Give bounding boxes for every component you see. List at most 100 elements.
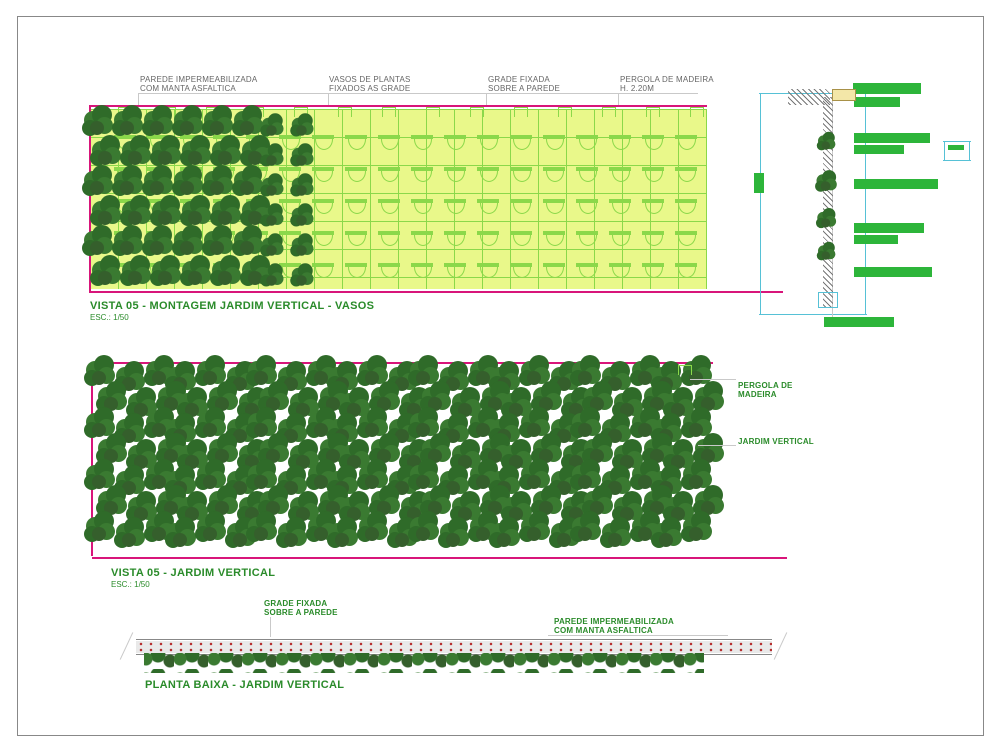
foliage-cluster — [112, 225, 146, 259]
section-label-bar — [854, 145, 904, 154]
foliage-cluster — [172, 225, 206, 259]
planter-pot — [378, 135, 400, 149]
planter-pot — [411, 135, 433, 149]
foliage-cluster — [180, 255, 214, 289]
break-mark — [774, 632, 788, 660]
drawing-frame: PAREDE IMPERMEABILIZADA COM MANTA ASFALT… — [17, 16, 984, 736]
planter-pot — [444, 199, 466, 213]
planter-pot — [411, 199, 433, 213]
foliage-cluster — [120, 195, 154, 229]
callout-grade-l2: SOBRE A PAREDE — [488, 84, 560, 93]
foliage-cluster — [112, 105, 146, 139]
pergola-bracket — [470, 107, 484, 117]
planter-pot — [477, 231, 499, 245]
foliage-cluster — [290, 143, 316, 169]
foliage-cluster — [260, 233, 286, 259]
foliage-cluster — [290, 203, 316, 229]
foliage-cluster — [290, 263, 316, 289]
foliage-cluster — [150, 255, 184, 289]
planter-pot — [576, 135, 598, 149]
foliage-cluster — [142, 225, 176, 259]
planter-pot — [642, 135, 664, 149]
foliage-cluster — [90, 255, 124, 289]
foliage-cluster — [290, 233, 316, 259]
foliage-cluster — [202, 225, 236, 259]
plan-callout-grade-l2: SOBRE A PAREDE — [264, 608, 338, 617]
view2-scale: ESC.: 1/50 — [111, 580, 150, 589]
pergola-bracket — [558, 107, 572, 117]
foliage-cluster — [120, 255, 154, 289]
foliage-cluster — [260, 263, 286, 289]
planter-pot — [609, 167, 631, 181]
foliage-cluster — [290, 173, 316, 199]
planter-pot — [444, 263, 466, 277]
section-label-bar — [824, 317, 894, 327]
plan-title: PLANTA BAIXA - JARDIM VERTICAL — [145, 679, 344, 691]
pergola-bracket — [382, 107, 396, 117]
planter-pot — [576, 231, 598, 245]
foliage-cluster — [651, 517, 685, 551]
drawing-sheet: PAREDE IMPERMEABILIZADA COM MANTA ASFALT… — [0, 0, 1000, 751]
planter-pot — [675, 135, 697, 149]
foliage-cluster — [120, 135, 154, 169]
view2-bracket — [678, 365, 692, 375]
foliage-cluster — [172, 105, 206, 139]
foliage-cluster — [180, 135, 214, 169]
planter-pot — [675, 167, 697, 181]
foliage-cluster — [82, 105, 116, 139]
foliage-cluster — [290, 113, 316, 139]
callout-pergola-l1: PERGOLA DE MADEIRA — [620, 75, 714, 84]
foliage-cluster — [142, 165, 176, 199]
section-plant — [817, 242, 837, 262]
planter-pot — [642, 231, 664, 245]
section-label-bar — [854, 223, 924, 233]
planter-pot — [609, 231, 631, 245]
section-dim-tag — [754, 173, 764, 193]
planter-pot — [510, 135, 532, 149]
foliage-cluster — [276, 517, 310, 551]
callout-pergola-l2: H. 2.20M — [620, 84, 654, 93]
foliage-cluster — [195, 511, 229, 545]
planter-pot — [609, 263, 631, 277]
section-label-bar — [854, 97, 900, 107]
foliage-cluster — [82, 225, 116, 259]
view2-callout-jardim: JARDIM VERTICAL — [738, 437, 814, 446]
plan-foliage — [144, 653, 704, 673]
planter-pot — [378, 199, 400, 213]
foliage-cluster — [150, 135, 184, 169]
planter-pot — [411, 167, 433, 181]
planter-pot — [510, 263, 532, 277]
foliage-cluster — [90, 195, 124, 229]
pergola-bracket — [514, 107, 528, 117]
foliage-cluster — [210, 195, 244, 229]
leader — [270, 617, 271, 637]
planter-pot — [675, 199, 697, 213]
section-wall-hatch — [823, 97, 833, 307]
callout-parede-l1: PAREDE IMPERMEABILIZADA — [140, 75, 257, 84]
section-pergola-hatch — [788, 89, 830, 105]
foliage-cluster — [84, 511, 118, 545]
foliage-cluster — [327, 517, 361, 551]
section-pot — [818, 292, 838, 308]
planter-pot — [576, 199, 598, 213]
planter-pot — [345, 231, 367, 245]
plan-callout-grade-l1: GRADE FIXADA — [264, 599, 327, 608]
foliage-cluster — [202, 165, 236, 199]
foliage-cluster — [260, 203, 286, 229]
view1-scale: ESC.: 1/50 — [90, 313, 129, 322]
callout-vasos-l1: VASOS DE PLANTAS — [329, 75, 411, 84]
planter-pot — [378, 263, 400, 277]
planter-pot — [411, 263, 433, 277]
foliage-cluster — [180, 195, 214, 229]
planter-pot — [510, 167, 532, 181]
leader — [690, 379, 736, 380]
foliage-cluster — [150, 195, 184, 229]
mini-detail-fill — [948, 145, 964, 150]
planter-pot — [543, 263, 565, 277]
callout-parede-l2: COM MANTA ASFALTICA — [140, 84, 236, 93]
planter-pot — [378, 231, 400, 245]
leader — [138, 93, 139, 105]
planter-pot — [543, 231, 565, 245]
foliage-cluster — [114, 517, 148, 551]
foliage-cluster — [202, 105, 236, 139]
